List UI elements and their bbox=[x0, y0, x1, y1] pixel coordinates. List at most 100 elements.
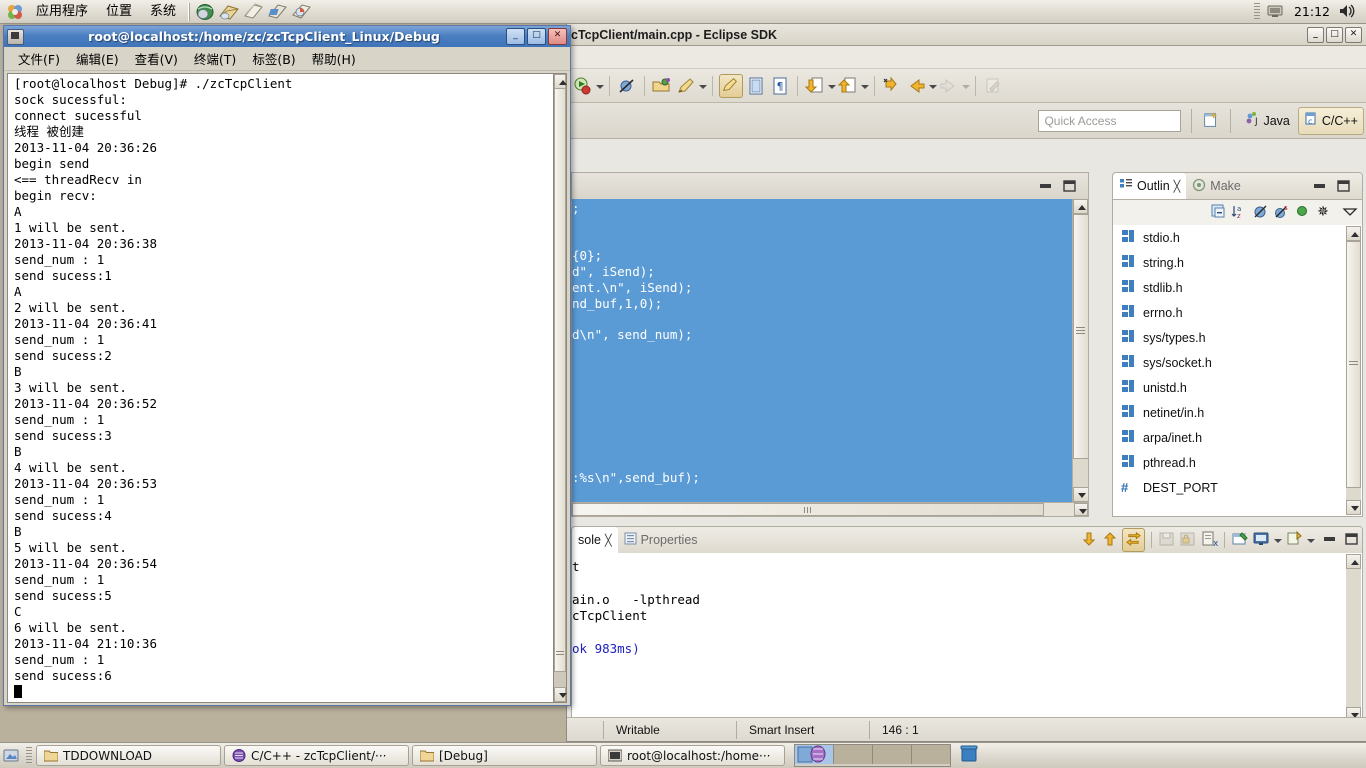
toggle-mark-occurrences-icon[interactable] bbox=[719, 73, 743, 98]
outline-minimize-icon[interactable] bbox=[1313, 180, 1326, 192]
forward-icon[interactable] bbox=[938, 75, 960, 97]
hide-nonpublic-icon[interactable] bbox=[1294, 203, 1311, 223]
eclipse-menubar[interactable] bbox=[567, 46, 1366, 69]
terminal-close-button[interactable]: ✕ bbox=[548, 28, 567, 45]
list-item[interactable]: stdlib.h bbox=[1113, 275, 1362, 300]
list-item[interactable]: sys/types.h bbox=[1113, 325, 1362, 350]
build-icon[interactable] bbox=[675, 75, 697, 97]
terminal-menu-view[interactable]: 查看(V) bbox=[127, 47, 186, 70]
save-console-icon[interactable] bbox=[1158, 530, 1176, 551]
open-type-icon[interactable] bbox=[651, 75, 673, 97]
terminal-scroll-thumb[interactable] bbox=[554, 88, 566, 672]
workspace-2[interactable] bbox=[834, 745, 873, 764]
list-item[interactable]: errno.h bbox=[1113, 300, 1362, 325]
close-icon[interactable]: ╳ bbox=[605, 534, 612, 547]
forward-dropdown-icon[interactable] bbox=[961, 75, 970, 97]
open-perspective-icon[interactable] bbox=[1201, 110, 1223, 132]
display-console-icon[interactable] bbox=[1252, 530, 1270, 551]
previous-annotation-icon[interactable] bbox=[837, 75, 859, 97]
last-edit-location-icon[interactable] bbox=[881, 75, 903, 97]
gnome-foot-icon[interactable] bbox=[6, 3, 24, 21]
skip-breakpoints-icon[interactable] bbox=[616, 75, 638, 97]
next-annotation-icon[interactable] bbox=[804, 75, 826, 97]
list-item[interactable]: arpa/inet.h bbox=[1113, 425, 1362, 450]
show-desktop-icon[interactable] bbox=[0, 748, 22, 764]
new-editor-icon[interactable] bbox=[982, 75, 1004, 97]
run-debug-icon[interactable] bbox=[572, 75, 594, 97]
clock[interactable]: 21:12 bbox=[1288, 4, 1336, 19]
tray-drag-handle[interactable] bbox=[1253, 2, 1260, 21]
list-item[interactable]: pthread.h bbox=[1113, 450, 1362, 475]
collapse-all-icon[interactable] bbox=[1210, 203, 1227, 223]
workspace-switcher[interactable] bbox=[794, 744, 951, 767]
task-button-terminal[interactable]: root@localhost:/home··· bbox=[600, 745, 785, 766]
editor-maximize-icon[interactable] bbox=[1063, 180, 1076, 192]
editor-code-area[interactable]: ; {0}; d", iSend); ent.\n", iSend); nd_b… bbox=[572, 199, 1088, 516]
terminal-maximize-button[interactable]: □ bbox=[527, 28, 546, 45]
tab-outline[interactable]: Outlin ╳ bbox=[1113, 173, 1187, 199]
terminal-menu-edit[interactable]: 编辑(E) bbox=[68, 47, 127, 70]
run-debug-dropdown-icon[interactable] bbox=[595, 75, 604, 97]
perspective-cpp[interactable]: c C/C++ bbox=[1297, 106, 1364, 135]
outline-item-list[interactable]: stdio.h string.h stdlib.h errno.h sys/ty… bbox=[1113, 225, 1362, 516]
tab-console[interactable]: sole ╳ bbox=[572, 527, 618, 553]
list-item[interactable]: # DEST_PORT bbox=[1113, 475, 1362, 500]
console-vertical-scrollbar[interactable] bbox=[1346, 554, 1361, 722]
back-dropdown-icon[interactable] bbox=[928, 75, 937, 97]
display-icon[interactable] bbox=[1265, 2, 1287, 22]
console-output[interactable]: t ain.o -lpthread cTcpClient ok 983ms) bbox=[572, 553, 1362, 723]
perspective-java[interactable]: J Java bbox=[1240, 108, 1294, 134]
hide-fields-icon[interactable] bbox=[1252, 203, 1269, 223]
new-console-icon[interactable] bbox=[1285, 530, 1303, 551]
editor-vertical-scrollbar[interactable] bbox=[1072, 199, 1088, 502]
spreadsheet-icon[interactable] bbox=[266, 2, 288, 22]
scroll-lock-icon[interactable] bbox=[1122, 528, 1145, 552]
editor-scroll-down-arrow[interactable] bbox=[1073, 487, 1088, 502]
list-item[interactable]: stdio.h bbox=[1113, 225, 1362, 250]
task-button-debug[interactable]: [Debug] bbox=[412, 745, 597, 766]
workspace-4[interactable] bbox=[912, 745, 950, 764]
list-item[interactable]: string.h bbox=[1113, 250, 1362, 275]
show-whitespace-icon[interactable] bbox=[745, 75, 767, 97]
list-item[interactable]: netinet/in.h bbox=[1113, 400, 1362, 425]
panel-menu-system[interactable]: 系统 bbox=[141, 1, 185, 23]
lock-console-icon[interactable] bbox=[1179, 530, 1197, 551]
console-scroll-up-arrow[interactable] bbox=[1346, 554, 1361, 569]
back-icon[interactable] bbox=[905, 75, 927, 97]
outline-maximize-icon[interactable] bbox=[1337, 180, 1350, 192]
panel-menu-places[interactable]: 位置 bbox=[97, 1, 141, 23]
terminal-menu-tabs[interactable]: 标签(B) bbox=[244, 47, 303, 70]
terminal-menu-file[interactable]: 文件(F) bbox=[10, 47, 68, 70]
terminal-menu-terminal[interactable]: 终端(T) bbox=[186, 47, 244, 70]
editor-selected-text[interactable]: ; {0}; d", iSend); ent.\n", iSend); nd_b… bbox=[572, 199, 1072, 502]
outline-scroll-up-arrow[interactable] bbox=[1346, 226, 1361, 241]
tab-properties[interactable]: Properties bbox=[618, 527, 704, 553]
terminal-screen[interactable]: [root@localhost Debug]# ./zcTcpClient so… bbox=[7, 73, 555, 703]
eclipse-maximize-button[interactable]: □ bbox=[1326, 26, 1343, 43]
presentation-icon[interactable] bbox=[290, 2, 312, 22]
outline-scroll-down-arrow[interactable] bbox=[1346, 500, 1361, 515]
scroll-up-icon[interactable] bbox=[1101, 530, 1119, 551]
outline-vertical-scrollbar[interactable] bbox=[1346, 226, 1361, 515]
view-menu-icon[interactable] bbox=[1342, 204, 1358, 223]
terminal-scrollbar[interactable] bbox=[553, 73, 567, 703]
editor-hscroll-right-arrow[interactable] bbox=[1074, 503, 1088, 516]
terminal-scroll-up-arrow[interactable] bbox=[554, 74, 567, 89]
display-console-dropdown-icon[interactable] bbox=[1273, 529, 1282, 551]
clear-console-icon[interactable]: x bbox=[1200, 530, 1219, 551]
minimize-icon[interactable] bbox=[1323, 533, 1336, 548]
eclipse-close-button[interactable]: ✕ bbox=[1345, 26, 1362, 43]
writer-icon[interactable] bbox=[242, 2, 264, 22]
editor-scroll-thumb[interactable] bbox=[1073, 214, 1088, 459]
list-item[interactable]: unistd.h bbox=[1113, 375, 1362, 400]
hide-macros-icon[interactable]: ✵ bbox=[1315, 203, 1332, 223]
task-button-eclipse[interactable]: C/C++ - zcTcpClient/··· bbox=[224, 745, 409, 766]
email-icon[interactable] bbox=[218, 2, 240, 22]
volume-icon[interactable] bbox=[1337, 2, 1359, 22]
workspace-3[interactable] bbox=[873, 745, 912, 764]
tab-make[interactable]: Make bbox=[1186, 173, 1247, 199]
workspace-1[interactable] bbox=[795, 745, 834, 764]
terminal-scroll-down-arrow[interactable] bbox=[554, 687, 567, 702]
open-console-icon[interactable] bbox=[1231, 530, 1249, 551]
trash-icon[interactable] bbox=[959, 745, 981, 766]
